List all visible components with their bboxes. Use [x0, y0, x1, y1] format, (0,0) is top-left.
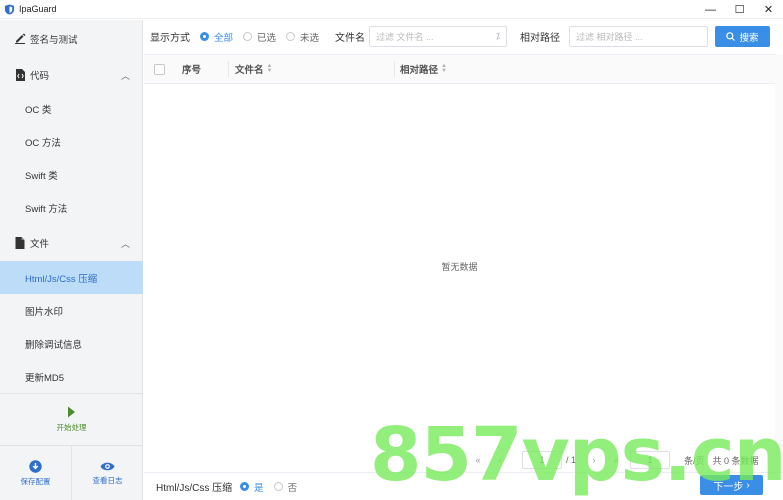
path-filter-label: 相对路径 [520, 33, 560, 44]
sort-caret-icon[interactable]: ▲ ▼ [441, 63, 447, 74]
radio-dot-icon [286, 32, 296, 41]
sidebar-group-label: 代码 [30, 70, 50, 82]
column-divider [394, 61, 395, 77]
radio-no-label: 否 [287, 482, 298, 494]
radio-all-label: 全部 [214, 32, 234, 44]
total-count: 共 0 条数据 [712, 455, 759, 466]
next-step-label: 下一步 [713, 481, 744, 493]
eye-icon [100, 462, 115, 470]
pagination: « ‹ 1 / 1 › » 1 条/页 共 0 条数据 [470, 450, 759, 470]
download-circle-icon [29, 459, 42, 473]
column-path-label: 相对路径 [400, 65, 439, 76]
chevron-right-icon: › [746, 479, 750, 491]
code-file-icon [14, 68, 26, 81]
save-config-button[interactable]: 保存配置 [0, 446, 72, 500]
file-icon [14, 236, 26, 249]
radio-all[interactable]: 全部 [200, 30, 233, 44]
sidebar-item-html-compress[interactable]: Html/Js/Css 压缩 [0, 261, 143, 294]
chevron-up-icon: ︿ [120, 71, 130, 81]
sidebar-group-code[interactable]: 代码 ︿ [0, 58, 143, 91]
radio-compress-yes[interactable]: 是 [240, 480, 264, 494]
filename-filter-input[interactable] [376, 31, 496, 42]
sidebar-group-file[interactable]: 文件 ︿ [0, 226, 143, 259]
start-process-label: 开始处理 [56, 423, 87, 432]
select-all-checkbox[interactable] [154, 64, 165, 75]
close-button[interactable]: ✕ [754, 0, 783, 19]
table-header: 序号 文件名 ▲ ▼ 相对路径 ▲ ▼ [144, 54, 783, 84]
clear-icon[interactable]: ⁒ [496, 31, 500, 42]
sort-caret-icon[interactable]: ▲ ▼ [267, 63, 273, 74]
sign-edit-icon [14, 33, 26, 45]
per-page-select[interactable]: 条/页 [684, 454, 705, 467]
table-scrollbar[interactable] [775, 54, 783, 472]
radio-selected[interactable]: 已选 [243, 30, 276, 44]
radio-dot-icon [273, 482, 283, 491]
column-filename-label: 文件名 [235, 65, 264, 76]
first-page-icon[interactable]: « [470, 455, 486, 465]
maximize-button[interactable]: ☐ [725, 0, 754, 19]
next-page-icon[interactable]: › [586, 455, 602, 465]
chevron-up-icon: ︿ [120, 239, 130, 249]
sidebar-item-swift-class[interactable]: Swift 类 [0, 158, 143, 191]
path-filter-input[interactable] [576, 31, 707, 42]
radio-unselected[interactable]: 未选 [286, 30, 319, 44]
sidebar-item-label: 签名与测试 [30, 34, 78, 46]
sidebar-group-label: 文件 [30, 238, 50, 250]
display-mode-label: 显示方式 [150, 33, 190, 44]
prev-page-icon[interactable]: ‹ [492, 455, 508, 465]
next-step-button[interactable]: 下一步 › [700, 475, 763, 495]
column-filename[interactable]: 文件名 ▲ ▼ [235, 55, 272, 83]
save-config-label: 保存配置 [20, 476, 51, 486]
app-shield-icon [4, 3, 15, 15]
sidebar-item-update-md5[interactable]: 更新MD5 [0, 360, 143, 393]
sidebar-item-sign[interactable]: 签名与测试 [0, 22, 143, 55]
options-bar: Html/Js/Css 压缩 是 否 [144, 472, 783, 500]
column-divider [228, 61, 229, 77]
search-icon [726, 32, 736, 41]
radio-selected-label: 已选 [257, 32, 277, 44]
compress-option-label: Html/Js/Css 压缩 [156, 483, 233, 494]
path-filter-field [569, 26, 708, 47]
radio-unselected-label: 未选 [300, 32, 320, 44]
goto-page-input[interactable]: 1 [630, 451, 671, 469]
sidebar-item-image-watermark[interactable]: 图片水印 [0, 294, 143, 327]
radio-yes-label: 是 [254, 482, 264, 494]
empty-state-text: 暂无数据 [441, 262, 478, 272]
view-log-button[interactable]: 查看日志 [72, 446, 143, 500]
search-button[interactable]: 搜索 [715, 26, 770, 47]
view-log-label: 查看日志 [92, 475, 123, 485]
radio-dot-icon [243, 32, 253, 41]
start-process-button[interactable]: 开始处理 [0, 393, 143, 445]
play-icon [68, 406, 75, 418]
page-input[interactable]: 1 [522, 451, 562, 469]
window-title: IpaGuard [19, 4, 57, 14]
title-bar: IpaGuard — ☐ ✕ [0, 0, 783, 19]
filename-filter-field: ⁒ [369, 26, 507, 47]
page-total: / 1 [566, 455, 577, 465]
sidebar-item-swift-method[interactable]: Swift 方法 [0, 191, 143, 224]
radio-dot-icon [240, 482, 250, 491]
filename-filter-label: 文件名 [335, 33, 366, 44]
sidebar-item-oc-class[interactable]: OC 类 [0, 92, 143, 125]
minimize-button[interactable]: — [696, 0, 725, 19]
sidebar-item-remove-debug[interactable]: 删除调试信息 [0, 327, 143, 360]
last-page-icon[interactable]: » [608, 455, 624, 465]
sidebar: 签名与测试 代码 ︿ OC 类 OC 方法 Swift 类 Swift 方法 文… [0, 20, 143, 500]
column-path[interactable]: 相对路径 ▲ ▼ [400, 55, 447, 83]
search-button-label: 搜索 [739, 32, 759, 44]
sidebar-item-oc-method[interactable]: OC 方法 [0, 125, 143, 158]
column-index: 序号 [182, 55, 201, 83]
radio-dot-icon [200, 32, 209, 41]
column-index-label: 序号 [182, 65, 202, 76]
radio-compress-no[interactable]: 否 [273, 480, 298, 494]
